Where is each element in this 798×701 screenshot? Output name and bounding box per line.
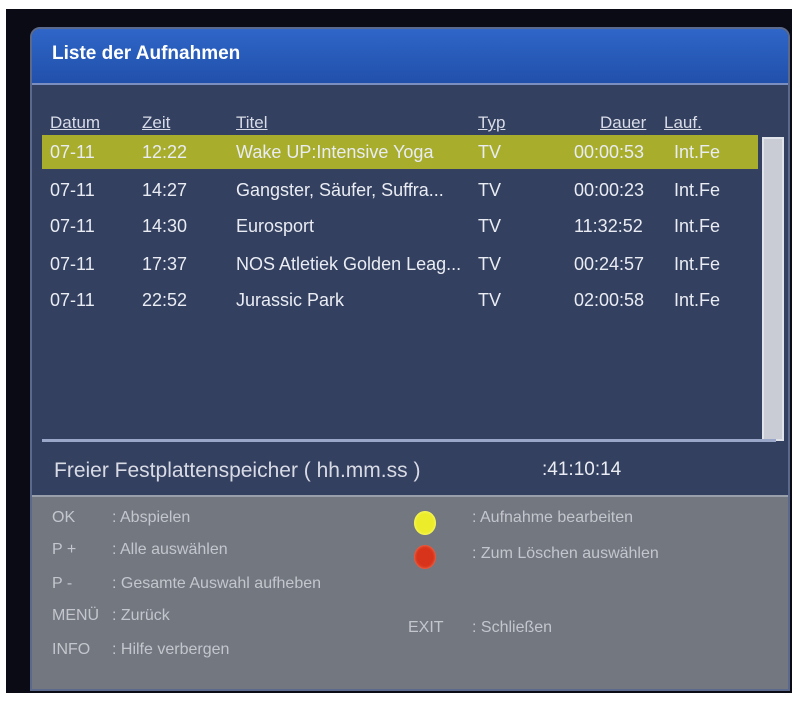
help-desc-p-minus: : Gesamte Auswahl aufheben	[112, 575, 322, 592]
recording-date: 07-11	[50, 180, 95, 200]
yellow-button-icon	[414, 511, 436, 535]
free-space-value: :41:10:14	[542, 459, 622, 480]
recording-type: TV	[478, 180, 502, 200]
free-space-label: Freier Festplattenspeicher ( hh.mm.ss )	[54, 459, 421, 482]
recording-date: 07-11	[50, 290, 95, 310]
help-key-menu: MENÜ	[52, 607, 100, 624]
recording-duration: 02:00:58	[574, 290, 645, 310]
tv-screen-bezel: Liste der Aufnahmen Datum Zeit Titel Typ…	[6, 9, 792, 693]
recording-time: 22:52	[142, 290, 188, 310]
help-desc-yellow: : Aufnahme bearbeiten	[472, 509, 634, 526]
help-key-ok: OK	[52, 509, 76, 526]
recording-duration: 11:32:52	[574, 216, 643, 236]
recording-date: 07-11	[50, 142, 95, 162]
recording-row[interactable]: 07-11 14:30 Eurosport TV 11:32:52 Int.Fe	[42, 209, 758, 243]
recording-title: Jurassic Park	[236, 290, 345, 310]
help-desc-exit: : Schließen	[472, 619, 553, 636]
column-header-typ: Typ	[478, 113, 506, 132]
help-key-exit: EXIT	[408, 619, 444, 636]
divider	[42, 439, 776, 442]
recording-time: 17:37	[142, 254, 188, 274]
recordings-list: 07-11 12:22 Wake UP:Intensive Yoga TV 00…	[42, 135, 784, 443]
recording-time: 12:22	[142, 142, 188, 162]
column-header-dauer: Dauer	[600, 113, 647, 132]
recording-row[interactable]: 07-11 14:27 Gangster, Säufer, Suffra... …	[42, 173, 758, 207]
recording-date: 07-11	[50, 254, 95, 274]
recording-title: Wake UP:Intensive Yoga	[236, 142, 434, 162]
recording-location: Int.Fe	[674, 290, 721, 310]
recording-type: TV	[478, 142, 502, 162]
help-desc-menu: : Zurück	[112, 607, 170, 624]
recording-duration: 00:24:57	[574, 254, 645, 274]
recordings-window: Liste der Aufnahmen Datum Zeit Titel Typ…	[30, 27, 790, 691]
help-key-p-plus: P +	[52, 541, 77, 558]
recording-row[interactable]: 07-11 17:37 NOS Atletiek Golden Leag... …	[42, 247, 758, 281]
recording-title: NOS Atletiek Golden Leag...	[236, 254, 462, 274]
recording-duration: 00:00:53	[574, 142, 645, 162]
help-desc-p-plus: : Alle auswählen	[112, 541, 228, 558]
recording-location: Int.Fe	[674, 180, 721, 200]
red-button-icon	[414, 545, 436, 569]
recording-location: Int.Fe	[674, 142, 721, 162]
column-header-datum: Datum	[50, 113, 101, 132]
recording-title: Eurosport	[236, 216, 315, 236]
help-desc-red: : Zum Löschen auswählen	[472, 545, 659, 562]
list-scrollbar[interactable]	[762, 137, 784, 441]
recording-type: TV	[478, 290, 502, 310]
recording-location: Int.Fe	[674, 254, 721, 274]
recording-title: Gangster, Säufer, Suffra...	[236, 180, 444, 200]
help-desc-ok: : Abspielen	[112, 509, 191, 526]
recording-type: TV	[478, 216, 502, 236]
help-desc-info: : Hilfe verbergen	[112, 641, 230, 658]
recording-row[interactable]: 07-11 22:52 Jurassic Park TV 02:00:58 In…	[42, 283, 758, 317]
recording-duration: 00:00:23	[574, 180, 645, 200]
column-header-zeit: Zeit	[142, 113, 171, 132]
help-key-info: INFO	[52, 641, 91, 658]
help-panel: OK : Abspielen P + : Alle auswählen P - …	[32, 495, 788, 689]
column-header-lauf: Lauf.	[664, 113, 702, 132]
recording-time: 14:30	[142, 216, 188, 236]
recording-time: 14:27	[142, 180, 188, 200]
title-bar: Liste der Aufnahmen	[32, 29, 788, 85]
recording-location: Int.Fe	[674, 216, 721, 236]
recording-date: 07-11	[50, 216, 95, 236]
recording-type: TV	[478, 254, 502, 274]
column-header-titel: Titel	[236, 113, 268, 132]
window-title: Liste der Aufnahmen	[52, 43, 241, 64]
help-key-p-minus: P -	[52, 575, 73, 592]
recording-row[interactable]: 07-11 12:22 Wake UP:Intensive Yoga TV 00…	[42, 135, 758, 169]
